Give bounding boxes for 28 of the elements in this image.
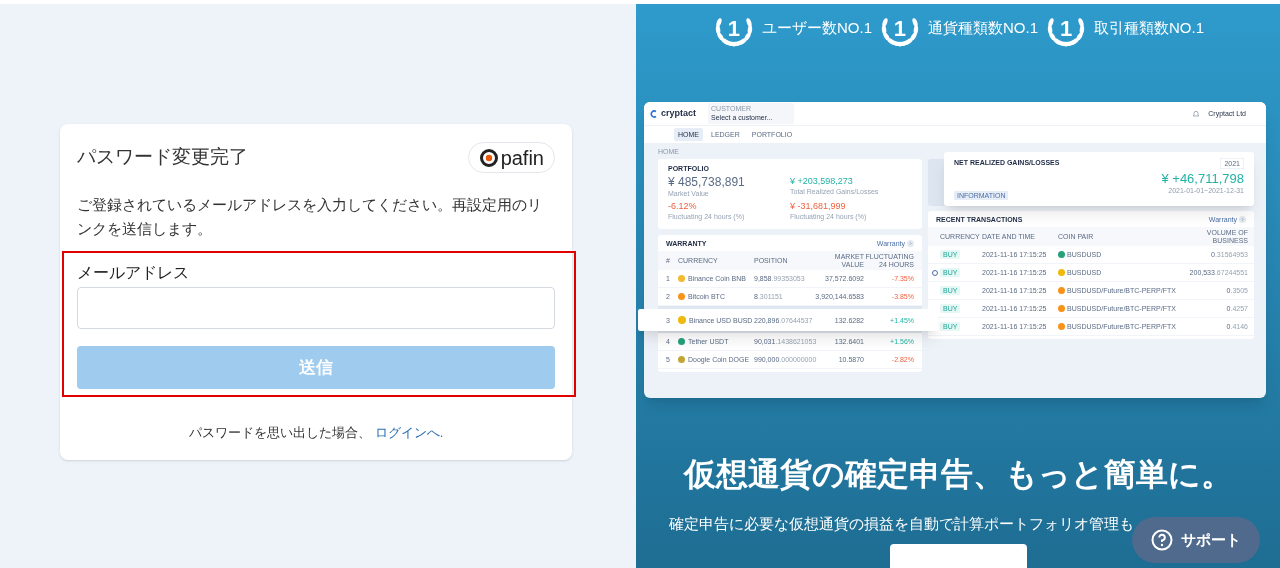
instruction-text: ご登録されているメールアドレスを入力してください。再設定用のリンクを送信します。 — [77, 195, 543, 239]
subtitle: 確定申告に必要な仮想通貨の損益を自動で計算ポートフォリオ管理も — [668, 514, 1135, 534]
gains-value: ¥ +46,711,798 — [1161, 171, 1244, 186]
app-logo: cryptact — [661, 109, 696, 118]
metric-value: ¥ 485,738,891 — [668, 176, 746, 189]
support-button[interactable]: サポート — [1132, 517, 1260, 563]
field-label: メールアドレス — [77, 263, 190, 283]
help-icon — [1151, 529, 1173, 551]
rank-number: 1 — [893, 14, 907, 43]
footer-text: パスワードを思い出した場合、 — [188, 424, 371, 442]
award-label: 取引種類数NO.1 — [1094, 17, 1204, 38]
email-field[interactable] — [77, 287, 555, 329]
logo-icon — [478, 147, 499, 168]
award-label: 通貨種類数NO.1 — [928, 17, 1038, 38]
logo-icon — [650, 109, 658, 118]
partial-button[interactable] — [890, 544, 1027, 568]
rank-number: 1 — [1059, 14, 1073, 43]
chevron-icon — [907, 239, 914, 247]
metric-value: -6.12% — [668, 201, 698, 212]
login-link[interactable]: ログインへ. — [374, 423, 444, 443]
metric-value: ¥ +203,598,273 — [790, 176, 854, 187]
metric-value: ¥ -31,681,999 — [790, 201, 847, 212]
card-title: パスワード変更完了 — [77, 145, 248, 170]
headline: 仮想通貨の確定申告、もっと簡単に。 — [682, 455, 1234, 494]
award-label: ユーザー数NO.1 — [761, 17, 872, 38]
chevron-icon — [1239, 215, 1246, 223]
bell-icon[interactable] — [1192, 109, 1201, 118]
rank-number: 1 — [727, 14, 741, 43]
